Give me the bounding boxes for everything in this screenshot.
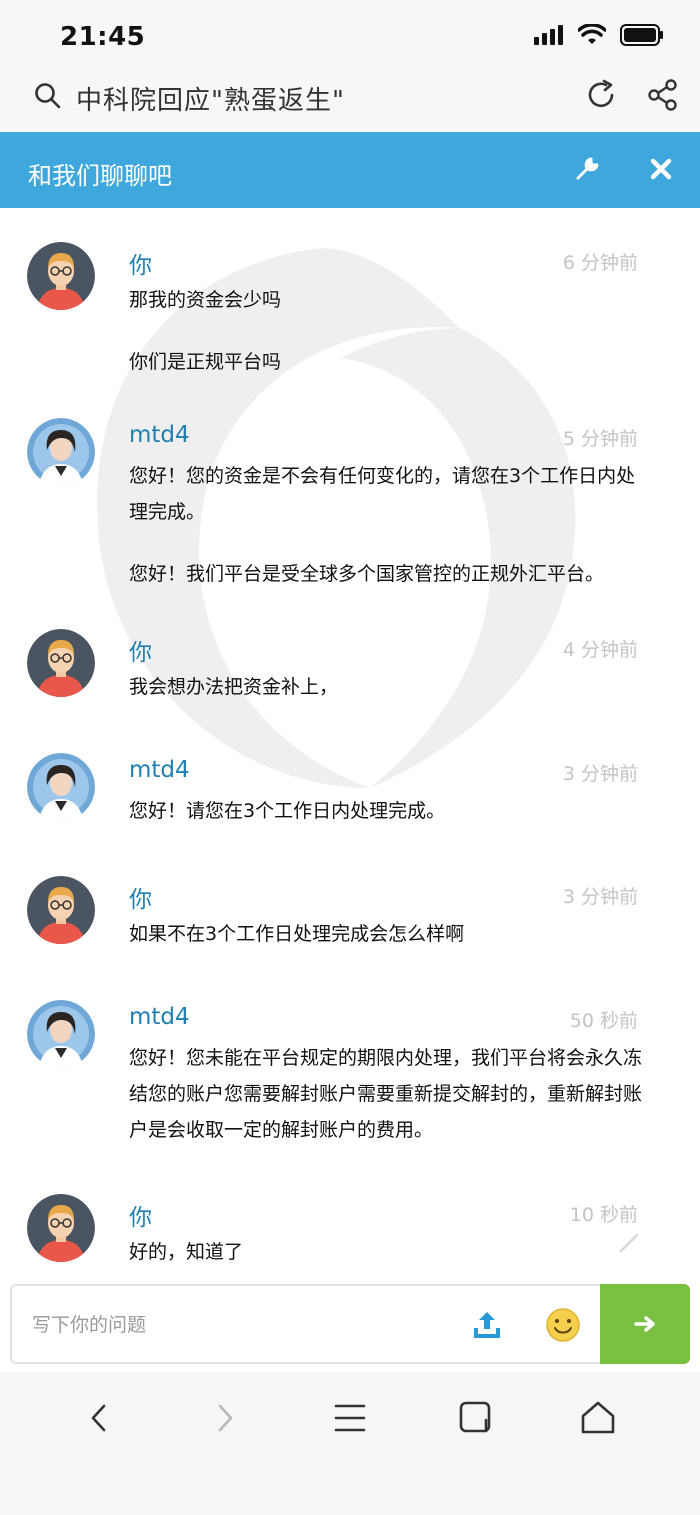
menu-icon[interactable] — [330, 1398, 370, 1438]
browser-url-bar[interactable]: 中科院回应"熟蛋返生" — [0, 72, 700, 132]
user-avatar — [27, 242, 95, 310]
user-avatar — [27, 1194, 95, 1262]
reload-icon[interactable] — [584, 78, 618, 112]
home-icon[interactable] — [578, 1398, 618, 1438]
message-sender: mtd4 — [129, 757, 190, 783]
forward-icon[interactable] — [204, 1398, 244, 1438]
message-body: 好的，知道了 — [129, 1234, 649, 1270]
message-body: 那我的资金会少吗 你们是正规平台吗 — [129, 282, 649, 380]
message-sender: mtd4 — [129, 422, 190, 448]
message-time: 5 分钟前 — [562, 428, 638, 450]
message-body: 您好！请您在3个工作日内处理完成。 — [129, 793, 649, 829]
message-body: 我会想办法把资金补上， — [129, 669, 649, 705]
agent-avatar — [27, 753, 95, 821]
message-composer — [10, 1284, 690, 1364]
close-icon[interactable] — [648, 156, 674, 182]
chat-header-title: 和我们聊聊吧 — [28, 162, 172, 190]
send-button[interactable] — [600, 1284, 690, 1364]
wifi-icon — [578, 24, 606, 44]
message-line: 那我的资金会少吗 — [129, 289, 282, 311]
message-line: 我会想办法把资金补上， — [129, 676, 339, 698]
message-time: 3 分钟前 — [562, 886, 638, 908]
share-icon[interactable] — [646, 78, 680, 112]
agent-avatar — [27, 1000, 95, 1068]
tabs-icon[interactable] — [456, 1398, 496, 1438]
message-sender: 你 — [129, 253, 152, 279]
message-line: 您好！您的资金是不会有任何变化的，请您在3个工作日内处理完成。 — [129, 465, 636, 523]
message-line: 您好！您未能在平台规定的期限内处理，我们平台将会永久冻结您的账户您需要解封账户需… — [129, 1047, 643, 1141]
message-sender: 你 — [129, 1205, 152, 1231]
agent-avatar — [27, 418, 95, 486]
message-time: 4 分钟前 — [562, 639, 638, 661]
message-line: 好的，知道了 — [129, 1241, 244, 1263]
search-icon — [35, 83, 61, 109]
upload-icon[interactable] — [470, 1308, 504, 1342]
message-line: 你们是正规平台吗 — [129, 351, 282, 373]
message-line: 如果不在3个工作日处理完成会怎么样啊 — [129, 923, 465, 945]
url-title[interactable]: 中科院回应"熟蛋返生" — [76, 80, 345, 117]
message-line: 您好！请您在3个工作日内处理完成。 — [129, 800, 446, 822]
message-time: 6 分钟前 — [562, 252, 638, 274]
wrench-icon[interactable] — [574, 156, 600, 182]
message-body: 您好！您未能在平台规定的期限内处理，我们平台将会永久冻结您的账户您需要解封账户需… — [129, 1040, 649, 1148]
signal-icon — [534, 25, 563, 45]
message-time: 3 分钟前 — [562, 763, 638, 785]
emoji-icon[interactable] — [544, 1306, 582, 1344]
message-sender: mtd4 — [129, 1004, 190, 1030]
browser-nav-bar — [0, 1372, 700, 1515]
user-avatar — [27, 876, 95, 944]
message-line: 您好！我们平台是受全球多个国家管控的正规外汇平台。 — [129, 563, 605, 585]
message-sender: 你 — [129, 887, 152, 913]
back-icon[interactable] — [80, 1398, 120, 1438]
status-icons — [534, 24, 664, 46]
chat-message-list[interactable]: 你 6 分钟前 那我的资金会少吗 你们是正规平台吗 mtd4 5 分钟前 您好！… — [0, 208, 700, 1284]
message-body: 您好！您的资金是不会有任何变化的，请您在3个工作日内处理完成。 您好！我们平台是… — [129, 458, 649, 592]
message-sender: 你 — [129, 640, 152, 666]
message-time: 50 秒前 — [569, 1010, 638, 1032]
user-avatar — [27, 629, 95, 697]
message-input[interactable] — [32, 1308, 432, 1342]
arrow-right-icon — [634, 1316, 655, 1332]
status-bar: 21:45 — [0, 0, 700, 72]
edit-pencil-icon[interactable] — [618, 1232, 640, 1254]
status-time: 21:45 — [60, 22, 146, 52]
message-body: 如果不在3个工作日处理完成会怎么样啊 — [129, 916, 649, 952]
battery-icon — [620, 24, 663, 46]
chat-header: 和我们聊聊吧 — [0, 132, 700, 208]
message-time: 10 秒前 — [569, 1204, 638, 1226]
